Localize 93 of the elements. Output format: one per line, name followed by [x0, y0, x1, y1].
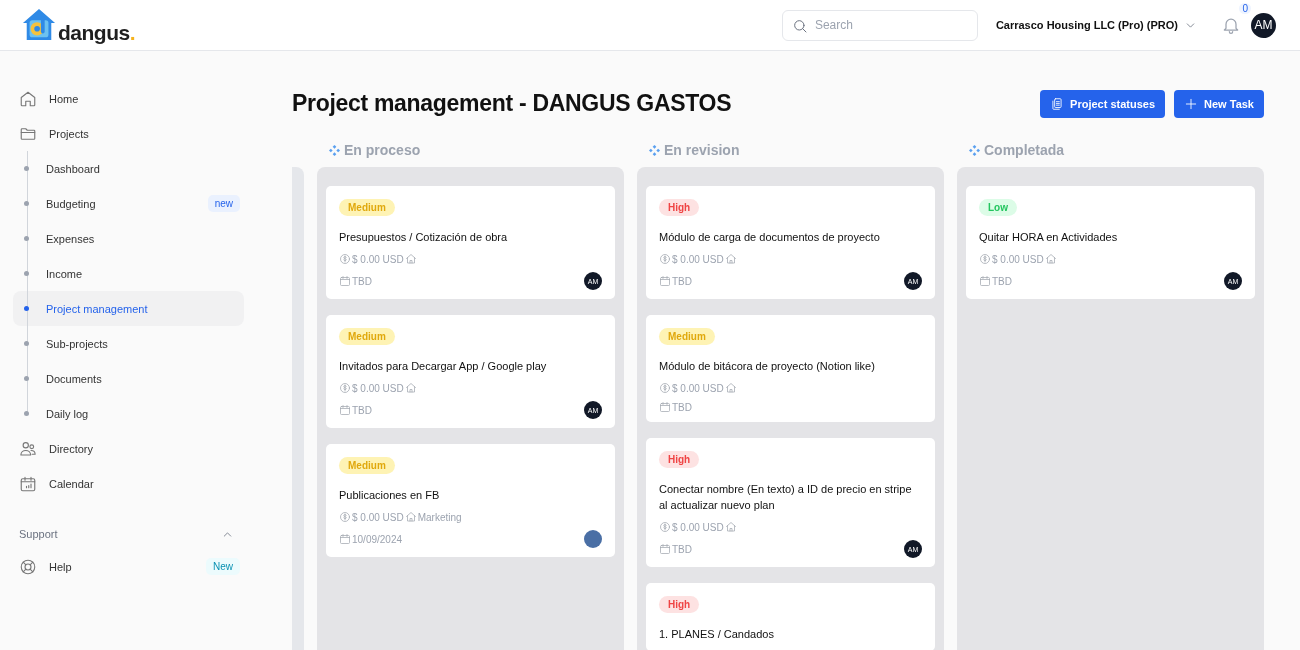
task-date: TBD — [672, 543, 692, 555]
company-dropdown[interactable]: Carrasco Housing LLC (Pro) (PRO) — [995, 18, 1197, 32]
home-icon — [1044, 253, 1057, 265]
logo-text: dangus. — [58, 22, 135, 43]
action-button[interactable]: New Task — [1174, 89, 1264, 118]
priority-badge: High — [659, 199, 700, 216]
sidebar-subitem[interactable]: Budgeting — [13, 186, 102, 221]
priority-badge: Low — [979, 199, 1017, 216]
calendar-icon — [19, 474, 37, 493]
sidebar-subitem[interactable]: Income — [13, 256, 89, 291]
dollar-icon — [659, 382, 671, 394]
sidebar-subitem[interactable]: Documents — [13, 361, 108, 396]
dollar-icon — [339, 253, 351, 265]
sidebar-item[interactable]: Projects — [13, 116, 95, 151]
task-title: Módulo de carga de documentos de proyecto — [659, 230, 880, 245]
task-title: 1. PLANES / Candados — [659, 627, 774, 642]
calendar-icon — [979, 275, 991, 287]
task-title: Presupuestos / Cotización de obra — [339, 230, 508, 245]
home-icon — [404, 511, 417, 523]
column-title: En revision — [664, 142, 740, 158]
sidebar-item[interactable]: Help — [13, 549, 78, 584]
task-amount: $ 0.00 USD — [672, 382, 724, 394]
task-category: Marketing — [417, 511, 462, 523]
new-badge: new — [207, 195, 240, 212]
task-title: Módulo de bitácora de proyecto (Notion like) — [659, 359, 875, 374]
diamonds-icon — [969, 144, 980, 156]
photo-placeholder — [584, 530, 602, 548]
documents-icon — [1050, 96, 1065, 111]
sidebar-item[interactable]: Directory — [13, 431, 99, 466]
dollar-icon — [979, 253, 991, 265]
calendar-icon — [339, 533, 351, 545]
home-icon — [404, 253, 417, 265]
task-date: TBD — [352, 404, 372, 416]
calendar-icon — [339, 404, 351, 416]
priority-badge: Medium — [339, 199, 395, 216]
task-amount: $ 0.00 USD — [992, 253, 1044, 265]
plus-icon — [1184, 96, 1199, 111]
home-icon — [19, 89, 37, 108]
task-amount: $ 0.00 USD — [672, 253, 724, 265]
diamonds-icon — [649, 144, 660, 156]
task-amount: $ 0.00 USD — [352, 511, 404, 523]
new-badge: New — [206, 558, 240, 575]
notification-count: 0 — [1239, 3, 1251, 14]
column-title: Completada — [984, 142, 1065, 158]
task-title: Quitar HORA en Actividades — [979, 230, 1118, 245]
task-amount: $ 0.00 USD — [672, 521, 724, 533]
task-date: TBD — [672, 401, 692, 413]
priority-badge: High — [659, 596, 700, 613]
dollar-icon — [339, 382, 351, 394]
calendar-icon — [659, 543, 671, 555]
lifebuoy-icon — [19, 557, 37, 576]
home-icon — [724, 382, 737, 394]
page-title: Project management - DANGUS GASTOS — [292, 90, 732, 117]
task-date: TBD — [672, 275, 692, 287]
action-button[interactable]: Project statuses — [1040, 89, 1166, 118]
calendar-icon — [659, 275, 671, 287]
home-icon — [404, 382, 417, 394]
column-title: En proceso — [344, 142, 421, 158]
task-card[interactable]: Medium Módulo de bitácora de proyecto (Notion like) $ 0.00 USD TBD — [646, 315, 935, 422]
priority-badge: High — [659, 451, 700, 468]
home-icon — [724, 253, 737, 265]
sidebar-subitem[interactable]: Expenses — [13, 221, 101, 256]
diamonds-icon — [329, 144, 340, 156]
home-icon — [724, 521, 737, 533]
search-field[interactable]: Search — [781, 9, 978, 41]
task-amount: $ 0.00 USD — [352, 253, 404, 265]
sidebar-item[interactable]: Home — [13, 81, 85, 116]
task-title: Conectar nombre (En texto) a ID de precio en stripe al actualizar nuevo plan — [659, 482, 913, 513]
sidebar-subitem[interactable]: Dashboard — [13, 151, 106, 186]
sidebar-item[interactable]: Calendar — [13, 466, 100, 501]
priority-badge: Medium — [339, 328, 395, 345]
calendar-icon — [659, 401, 671, 413]
dollar-icon — [659, 521, 671, 533]
task-card[interactable]: High 1. PLANES / Candados — [646, 583, 935, 650]
dollar-icon — [659, 253, 671, 265]
task-date: 10/09/2024 — [352, 533, 403, 545]
task-amount: $ 0.00 USD — [352, 382, 404, 394]
search-icon — [791, 17, 808, 34]
users-icon — [19, 439, 37, 458]
priority-badge: Medium — [659, 328, 715, 345]
task-card[interactable]: Medium Publicaciones en FB $ 0.00 USD Marketing 10/09/2024 — [326, 444, 615, 557]
dollar-icon — [339, 511, 351, 523]
sidebar-subitem[interactable]: Daily log — [13, 396, 95, 431]
priority-badge: Medium — [339, 457, 395, 474]
calendar-icon — [339, 275, 351, 287]
task-date: TBD — [992, 275, 1012, 287]
house-logo-icon — [22, 7, 56, 43]
task-title: Invitados para Decargar App / Google play — [339, 359, 547, 374]
user-avatar[interactable]: AM — [1251, 12, 1276, 38]
task-title: Publicaciones en FB — [339, 488, 440, 503]
support-section-toggle[interactable]: Support — [13, 519, 244, 549]
task-date: TBD — [352, 275, 372, 287]
sidebar-subitem[interactable]: Sub-projects — [13, 326, 114, 361]
